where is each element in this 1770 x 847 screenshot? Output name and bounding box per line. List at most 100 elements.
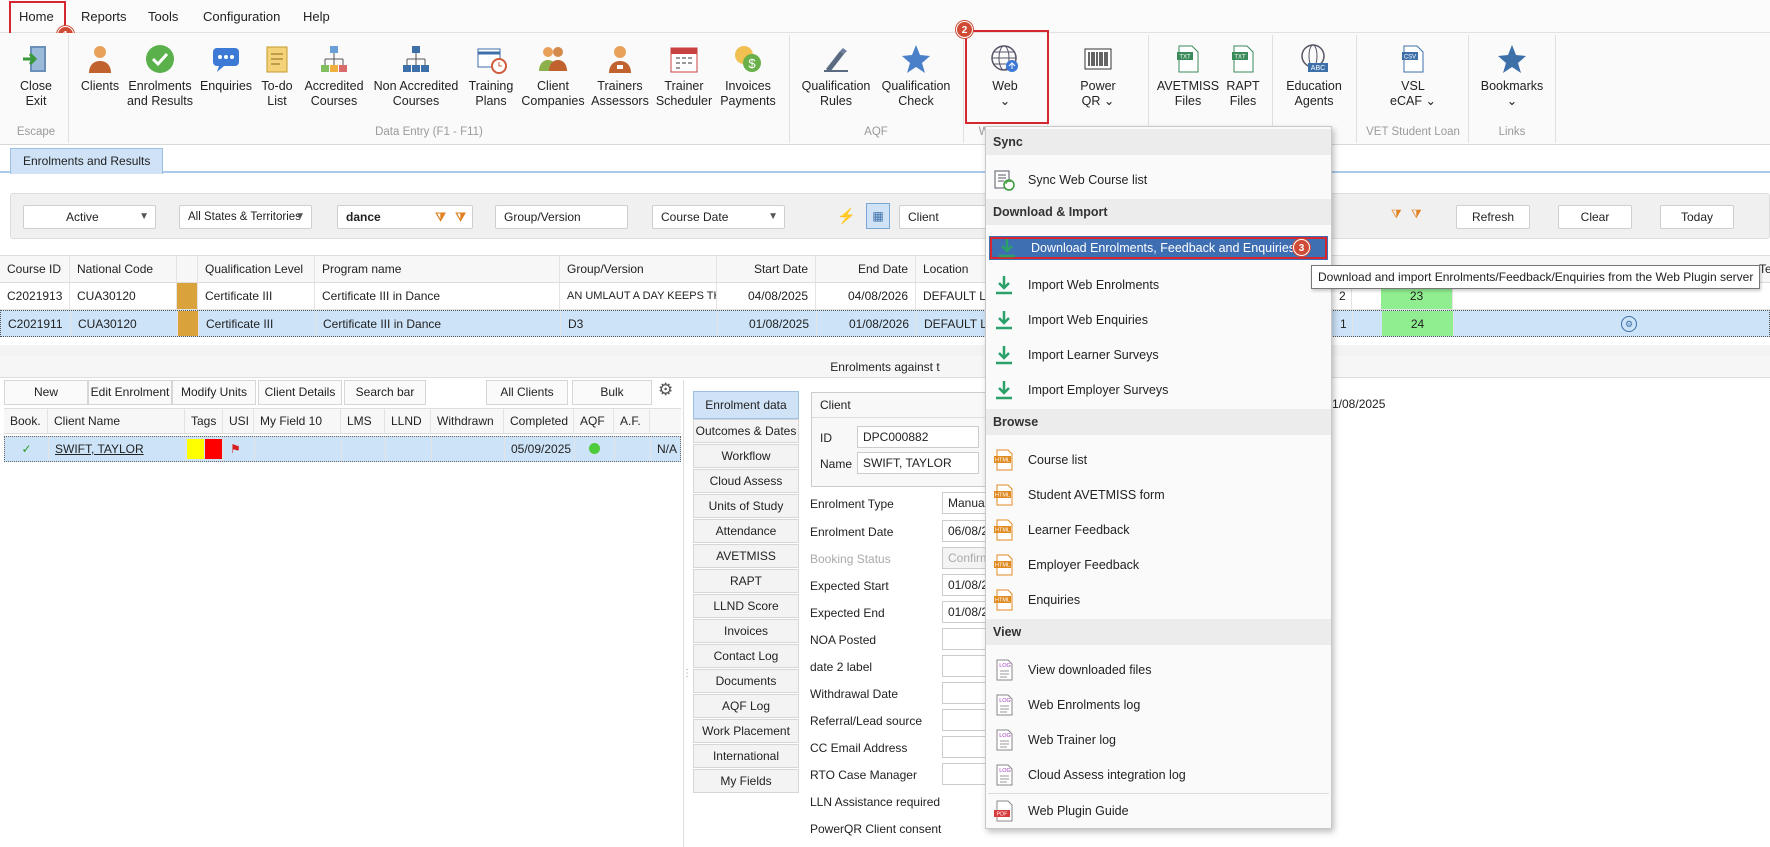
col-national-code[interactable]: National Code <box>70 256 177 282</box>
tab-llnd-score[interactable]: LLND Score <box>693 594 799 618</box>
col-location[interactable]: Location <box>916 256 986 282</box>
tab-my-fields[interactable]: My Fields <box>693 769 799 793</box>
training-plans-button[interactable]: Training Plans <box>466 43 516 109</box>
col-client-name[interactable]: Client Name <box>48 409 185 433</box>
col-llnd[interactable]: LLND <box>385 409 431 433</box>
bookmarks-button[interactable]: Bookmarks ⌄ <box>1474 43 1550 109</box>
menu-item-import-learner-surveys[interactable]: Import Learner Surveys <box>986 338 1331 372</box>
col-end-date[interactable]: End Date <box>816 256 916 282</box>
menu-item-import-employer-surveys[interactable]: Import Employer Surveys <box>986 373 1331 407</box>
tab-documents[interactable]: Documents <box>693 669 799 693</box>
tab-attendance[interactable]: Attendance <box>693 519 799 543</box>
tab-international[interactable]: International <box>693 744 799 768</box>
menu-item-web-enrolments-log[interactable]: LOG Web Enrolments log <box>986 688 1331 722</box>
clear-filter-icon[interactable]: ⧩ <box>1411 207 1422 222</box>
menu-item-web-plugin-guide[interactable]: PDF Web Plugin Guide <box>986 794 1331 828</box>
col-book[interactable]: Book. <box>4 409 48 433</box>
close-exit-button[interactable]: Close Exit <box>11 43 61 109</box>
tab-contact-log[interactable]: Contact Log <box>693 644 799 668</box>
col-af[interactable]: A.F. <box>614 409 650 433</box>
today-button[interactable]: Today <box>1660 205 1734 229</box>
client-name-link[interactable]: SWIFT, TAYLOR <box>49 437 186 461</box>
todo-list-button[interactable]: To-do List <box>258 43 296 109</box>
qualification-rules-button[interactable]: Qualification Rules <box>796 43 876 109</box>
menu-item-sync-course-list[interactable]: Sync Web Course list <box>986 163 1331 197</box>
col-tags[interactable]: Tags <box>185 409 223 433</box>
tab-workflow[interactable]: Workflow <box>693 444 799 468</box>
client-id-field[interactable]: DPC000882 <box>857 426 979 448</box>
col-start-date[interactable]: Start Date <box>717 256 816 282</box>
enrolments-results-button[interactable]: Enrolments and Results <box>126 43 194 109</box>
accredited-courses-button[interactable]: Accredited Courses <box>302 43 366 109</box>
menu-item-cloud-assess-log[interactable]: LOG Cloud Assess integration log <box>986 758 1331 792</box>
client-companies-button[interactable]: Client Companies <box>520 43 586 109</box>
col-my-field-10[interactable]: My Field 10 <box>254 409 341 433</box>
menu-help[interactable]: Help <box>303 9 330 24</box>
tab-cloud-assess[interactable]: Cloud Assess <box>693 469 799 493</box>
clients-button[interactable]: Clients <box>78 43 122 94</box>
refresh-button[interactable]: Refresh <box>1456 205 1530 229</box>
gear-icon[interactable]: ⚙ <box>658 380 673 400</box>
trainer-scheduler-button[interactable]: Trainer Scheduler <box>654 43 714 109</box>
menu-item-web-trainer-log[interactable]: LOG Web Trainer log <box>986 723 1331 757</box>
states-select[interactable]: All States & Territories ▼ <box>179 205 312 229</box>
client-name-field[interactable]: SWIFT, TAYLOR <box>857 452 979 474</box>
filter-icon[interactable]: ⧩ <box>435 206 446 228</box>
date-type-select[interactable]: Course Date ▼ <box>652 205 785 229</box>
col-color[interactable] <box>177 256 198 282</box>
menu-item-import-web-enrolments[interactable]: Import Web Enrolments <box>986 268 1331 302</box>
resize-grip-icon[interactable]: ⋮ <box>682 668 692 679</box>
lightning-icon[interactable]: ⚡ <box>837 207 856 225</box>
new-enrolment-button[interactable]: New Enrolment <box>4 380 88 422</box>
menu-item-download-enrolments[interactable]: Download Enrolments, Feedback and Enquir… <box>989 236 1328 260</box>
col-withdrawn[interactable]: Withdrawn <box>431 409 504 433</box>
menu-item-student-avetmiss-form[interactable]: HTML Student AVETMISS form <box>986 478 1331 512</box>
all-clients-button[interactable]: All Clients <box>486 380 568 405</box>
course-row-selected[interactable]: C2021911 CUA30120 Certificate III Certif… <box>0 310 1770 337</box>
search-input[interactable]: dance ⧩ ⧩ <box>337 205 473 229</box>
avetmiss-files-button[interactable]: TXT AVETMISS Files <box>1156 43 1220 109</box>
invoices-payments-button[interactable]: $ Invoices Payments <box>718 43 778 109</box>
tab-outcomes-dates[interactable]: Outcomes & Dates <box>693 419 799 443</box>
menu-item-course-list[interactable]: HTML Course list <box>986 443 1331 477</box>
filter-icon[interactable]: ⧩ <box>1391 207 1402 222</box>
col-group-version[interactable]: Group/Version <box>560 256 717 282</box>
menu-item-import-web-enquiries[interactable]: Import Web Enquiries <box>986 303 1331 337</box>
tab-units-of-study[interactable]: Units of Study <box>693 494 799 518</box>
qualification-check-button[interactable]: Qualification Check <box>876 43 956 109</box>
col-completed[interactable]: Completed <box>504 409 574 433</box>
non-accredited-courses-button[interactable]: Non Accredited Courses <box>370 43 462 109</box>
col-usi[interactable]: USI <box>223 409 254 433</box>
enrolment-row[interactable]: ✓ SWIFT, TAYLOR ⚑ 05/09/2025 N/A <box>4 436 681 462</box>
edit-enrolment-button[interactable]: Edit Enrolment <box>88 380 172 405</box>
col-course-id[interactable]: Course ID <box>0 256 70 282</box>
trainers-assessors-button[interactable]: Trainers Assessors <box>590 43 650 109</box>
web-globe-icon[interactable]: ⚙ <box>1621 316 1637 332</box>
menu-item-view-downloaded-files[interactable]: LOG View downloaded files <box>986 653 1331 687</box>
menu-item-learner-feedback[interactable]: HTML Learner Feedback <box>986 513 1331 547</box>
education-agents-button[interactable]: ABC Education Agents <box>1278 43 1350 109</box>
enquiries-button[interactable]: Enquiries <box>198 43 254 94</box>
status-select[interactable]: Active ▼ <box>23 205 156 229</box>
tab-aqf-log[interactable]: AQF Log <box>693 694 799 718</box>
col-program-name[interactable]: Program name <box>315 256 560 282</box>
tab-rapt[interactable]: RAPT <box>693 569 799 593</box>
menu-reports[interactable]: Reports <box>81 9 127 24</box>
client-details-button[interactable]: Client Details <box>258 380 342 405</box>
rapt-files-button[interactable]: TXT RAPT Files <box>1222 43 1264 109</box>
menu-tools[interactable]: Tools <box>148 9 178 24</box>
client-input[interactable]: Client <box>899 205 999 229</box>
clear-filter-icon[interactable]: ⧩ <box>455 206 466 228</box>
tab-invoices[interactable]: Invoices <box>693 619 799 643</box>
col-lms[interactable]: LMS <box>341 409 385 433</box>
search-bar-button[interactable]: Search bar <box>344 380 426 405</box>
menu-item-enquiries[interactable]: HTML Enquiries <box>986 583 1331 617</box>
tab-work-placement[interactable]: Work Placement <box>693 719 799 743</box>
modify-units-button[interactable]: Modify Units <box>172 380 256 405</box>
group-version-input[interactable]: Group/Version <box>495 205 628 229</box>
vsl-ecaf-button[interactable]: CSV VSL eCAF ⌄ <box>1380 43 1446 109</box>
col-aqf[interactable]: AQF <box>574 409 614 433</box>
tab-avetmiss[interactable]: AVETMISS <box>693 544 799 568</box>
col-qualification-level[interactable]: Qualification Level <box>198 256 315 282</box>
col-extra[interactable] <box>650 409 680 433</box>
